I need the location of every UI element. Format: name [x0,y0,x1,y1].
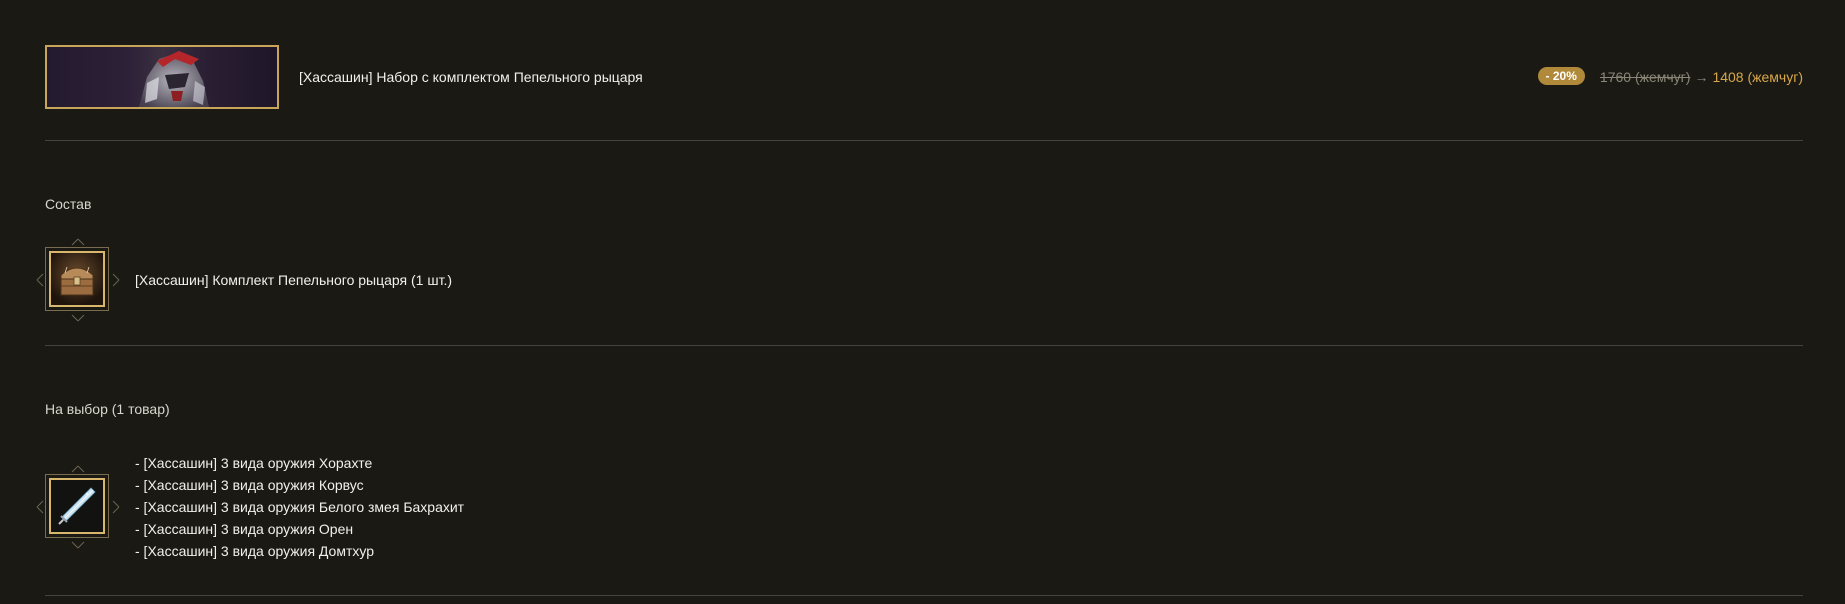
price-arrow: → [1694,69,1709,85]
composition-label: Состав [45,196,92,212]
price-line: 1760 (жемчуг) → 1408 (жемчуг) [1600,69,1803,85]
divider [45,140,1803,141]
old-price: 1760 (жемчуг) [1599,69,1691,85]
sword-icon [51,480,103,532]
price-block: - 20% 1760 (жемчуг) → 1408 (жемчуг) [1537,67,1803,85]
composition-item-name: [Хассашин] Комплект Пепельного рыцаря (1… [135,272,452,288]
discount-badge: - 20% [1537,67,1585,85]
product-title: [Хассашин] Набор с комплектом Пепельного… [299,69,643,85]
new-price: 1408 (жемчуг) [1712,69,1803,85]
product-row: [Хассашин] Набор с комплектом Пепельного… [45,45,1803,109]
list-item: - [Хассашин] 3 вида оружия Хорахте [135,455,373,471]
list-item: - [Хассашин] 3 вида оружия Белого змея Б… [135,499,465,515]
divider [45,345,1803,346]
divider [45,595,1803,596]
list-item: - [Хассашин] 3 вида оружия Орен [135,521,354,537]
treasure-chest-icon [51,253,103,305]
choice-item-frame[interactable] [36,465,120,549]
ash-knight-banner-image [139,51,209,107]
list-item: - [Хассашин] 3 вида оружия Домтхур [135,543,375,559]
choice-list: - [Хассашин] 3 вида оружия Хорахте - [Ха… [135,452,464,562]
product-banner [45,45,279,109]
choice-label: На выбор (1 товар) [45,401,170,417]
list-item: - [Хассашин] 3 вида оружия Корвус [135,477,364,493]
composition-item-frame[interactable] [36,238,120,322]
